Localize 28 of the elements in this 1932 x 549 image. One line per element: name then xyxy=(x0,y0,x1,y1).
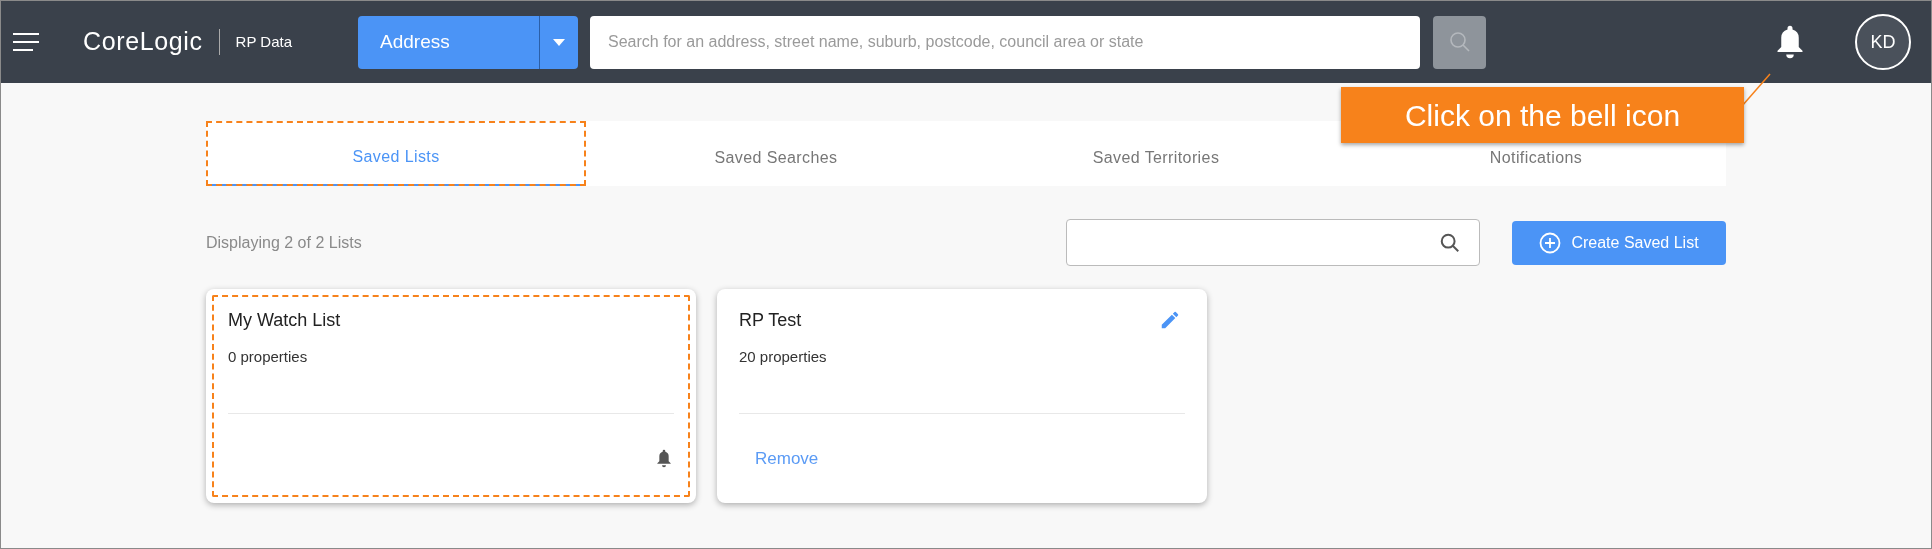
menu-icon[interactable] xyxy=(13,33,39,51)
search-icon xyxy=(1447,30,1472,54)
list-count-text: Displaying 2 of 2 Lists xyxy=(206,232,362,253)
address-search-field[interactable]: Search for an address, street name, suburb, postcode, council area or state xyxy=(590,15,1420,69)
tab[interactable]: Saved Lists xyxy=(206,121,586,186)
remove-link[interactable]: Remove xyxy=(755,445,819,471)
bell-icon[interactable] xyxy=(1775,24,1805,60)
search-type-dropdown[interactable]: Address xyxy=(358,15,578,69)
caret-icon xyxy=(553,38,565,46)
pencil-icon[interactable] xyxy=(1159,309,1181,331)
property-count: 20 properties xyxy=(739,347,828,367)
logo: CoreLogic xyxy=(83,26,203,58)
list-name: RP Test xyxy=(739,309,802,332)
tab[interactable]: Saved Searches xyxy=(586,121,966,186)
search-button[interactable] xyxy=(1433,15,1486,69)
leader-line xyxy=(1741,73,1771,107)
search-icon xyxy=(1439,231,1461,254)
instruction-tooltip: Click on the bell icon xyxy=(1341,87,1744,143)
property-count: 0 properties xyxy=(228,347,309,367)
list-card[interactable]: My Watch List 0 properties xyxy=(206,289,696,503)
bell-icon[interactable] xyxy=(656,448,672,468)
product-name: RP Data xyxy=(235,31,292,52)
list-card[interactable]: RP Test 20 properties Remove xyxy=(717,289,1207,503)
user-avatar[interactable]: KD xyxy=(1855,14,1911,70)
add-icon xyxy=(1539,231,1562,254)
list-name: My Watch List xyxy=(228,309,341,332)
list-search-field[interactable] xyxy=(1066,219,1480,266)
create-saved-list-button[interactable]: Create Saved List xyxy=(1512,220,1726,265)
